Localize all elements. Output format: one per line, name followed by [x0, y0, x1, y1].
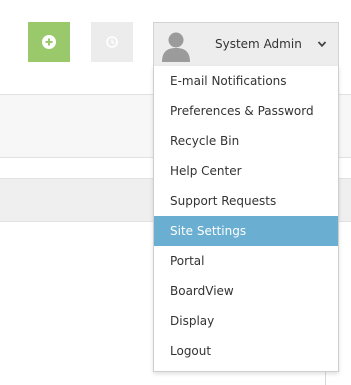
- menu-item-support-requests[interactable]: Support Requests: [154, 186, 338, 216]
- menu-item-recycle-bin[interactable]: Recycle Bin: [154, 126, 338, 156]
- user-dropdown-menu: E-mail Notifications Preferences & Passw…: [153, 66, 339, 372]
- add-button[interactable]: [28, 22, 70, 62]
- user-menu-toggle[interactable]: System Admin: [153, 22, 339, 66]
- menu-item-preferences-password[interactable]: Preferences & Password: [154, 96, 338, 126]
- plus-circle-icon: [42, 35, 56, 49]
- user-name: System Admin: [215, 37, 302, 51]
- menu-item-help-center[interactable]: Help Center: [154, 156, 338, 186]
- timer-button[interactable]: [91, 22, 133, 62]
- menu-item-logout[interactable]: Logout: [154, 336, 338, 366]
- menu-item-portal[interactable]: Portal: [154, 246, 338, 276]
- clock-icon: [106, 36, 118, 48]
- menu-item-site-settings[interactable]: Site Settings: [154, 216, 338, 246]
- menu-item-email-notifications[interactable]: E-mail Notifications: [154, 66, 338, 96]
- menu-item-display[interactable]: Display: [154, 306, 338, 336]
- chevron-down-icon: [317, 41, 327, 48]
- user-avatar-icon: [159, 29, 193, 62]
- menu-item-boardview[interactable]: BoardView: [154, 276, 338, 306]
